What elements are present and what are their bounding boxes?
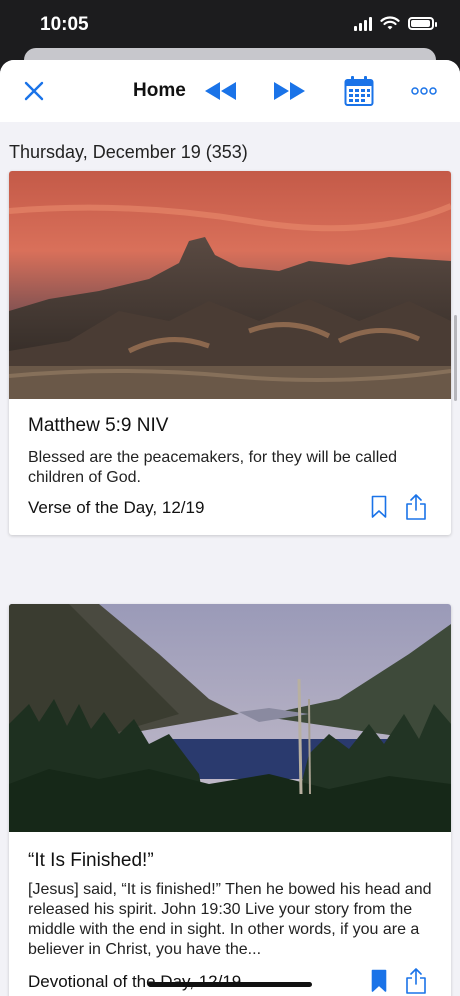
previous-day-button[interactable] bbox=[200, 78, 240, 104]
bookmark-filled-icon[interactable] bbox=[371, 969, 387, 993]
share-icon[interactable] bbox=[405, 494, 427, 520]
content-feed[interactable]: Thursday, December 19 (353) Matthew 5:9 … bbox=[0, 122, 460, 996]
next-day-button[interactable] bbox=[270, 78, 310, 104]
toolbar: Home bbox=[0, 60, 460, 123]
home-indicator[interactable] bbox=[148, 982, 312, 987]
bookmark-icon[interactable] bbox=[371, 495, 387, 519]
scroll-indicator[interactable] bbox=[454, 315, 457, 401]
calendar-icon bbox=[344, 76, 374, 106]
page-title: Home bbox=[133, 80, 186, 101]
card-text: [Jesus] said, “It is finished!” Then he … bbox=[28, 881, 432, 958]
card-title: Matthew 5:9 NIV bbox=[28, 415, 169, 436]
wifi-icon bbox=[380, 16, 400, 30]
devotional-card[interactable]: “It Is Finished!” [Jesus] said, “It is f… bbox=[9, 604, 451, 996]
more-icon bbox=[411, 87, 437, 95]
card-title: “It Is Finished!” bbox=[28, 850, 154, 871]
card-footer: Verse of the Day, 12/19 bbox=[28, 498, 205, 517]
signal-icon bbox=[354, 16, 372, 31]
calendar-button[interactable] bbox=[342, 74, 376, 108]
date-header: Thursday, December 19 (353) bbox=[9, 142, 248, 162]
verse-card[interactable]: Matthew 5:9 NIV Blessed are the peacemak… bbox=[9, 171, 451, 535]
status-bar: 10:05 bbox=[0, 0, 460, 50]
fast-forward-icon bbox=[274, 82, 305, 100]
status-icons bbox=[354, 16, 437, 31]
card-actions bbox=[371, 494, 427, 520]
card-actions bbox=[371, 968, 427, 994]
more-button[interactable] bbox=[408, 80, 440, 102]
share-icon[interactable] bbox=[405, 968, 427, 994]
status-time: 10:05 bbox=[40, 14, 89, 35]
mountain-lake-image bbox=[9, 604, 451, 832]
close-button[interactable] bbox=[20, 77, 48, 105]
modal-sheet: Home Thursday, December 19 (353) Matthew… bbox=[0, 60, 460, 996]
sunset-rocks-image bbox=[9, 171, 451, 399]
battery-icon bbox=[408, 17, 437, 30]
close-icon bbox=[24, 81, 44, 101]
card-text: Blessed are the peacemakers, for they wi… bbox=[28, 449, 398, 486]
rewind-icon bbox=[205, 82, 236, 100]
